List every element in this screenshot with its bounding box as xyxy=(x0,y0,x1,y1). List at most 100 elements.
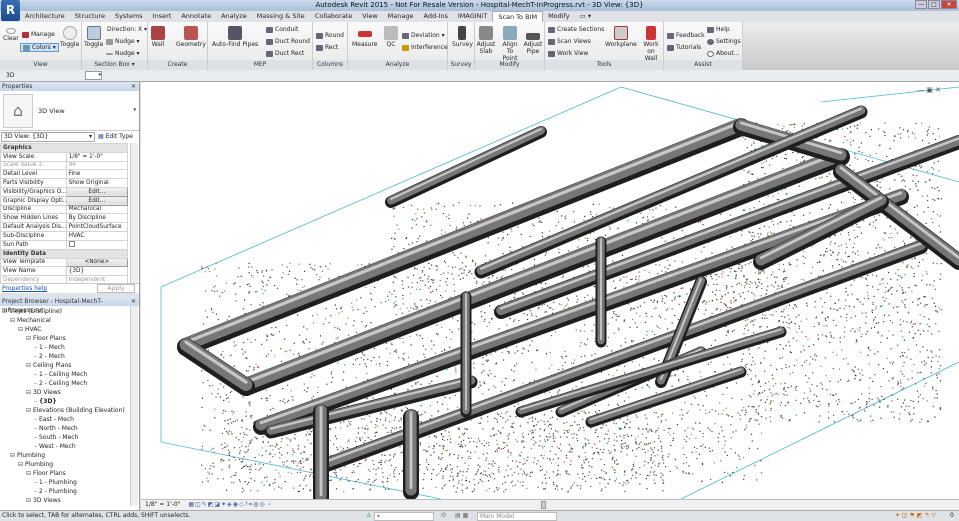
properties-scrollbar[interactable] xyxy=(130,143,138,283)
tab-view[interactable]: View xyxy=(357,11,382,22)
expand-icon[interactable]: ⊟ xyxy=(26,470,31,477)
tab-modify[interactable]: Modify xyxy=(543,11,575,22)
manage-button[interactable]: Manage xyxy=(22,31,55,38)
tutorials-button[interactable]: Tutorials xyxy=(667,44,701,51)
property-value[interactable]: HVAC xyxy=(65,230,129,241)
tab-collaborate[interactable]: Collaborate xyxy=(310,11,357,22)
align-to-point-button[interactable]: Align To Point xyxy=(499,26,521,62)
property-value[interactable]: Mechanical xyxy=(65,204,129,215)
work-on-wall-button[interactable]: Work on Wall xyxy=(641,26,661,62)
work-view-button[interactable]: Work View xyxy=(548,50,588,57)
browser-item[interactable]: –2 - Ceiling Mech xyxy=(0,379,139,388)
property-value[interactable]: Fine xyxy=(65,169,129,180)
colors-dropdown[interactable]: Colors ▾ xyxy=(20,43,59,52)
minimize-button[interactable]: — xyxy=(915,0,927,9)
browser-item[interactable]: – West - Mech xyxy=(0,442,139,451)
browser-item[interactable]: –1 - Mech xyxy=(0,343,139,352)
browser-scrollbar[interactable] xyxy=(130,306,138,506)
expand-icon[interactable]: ⊟ xyxy=(10,452,15,459)
properties-help-link[interactable]: Properties help xyxy=(2,285,47,292)
measure-button[interactable]: Measure xyxy=(352,26,378,48)
tab-insert[interactable]: Insert xyxy=(148,11,177,22)
property-value[interactable]: 1/8" = 1'-0" xyxy=(65,151,129,162)
tab-architecture[interactable]: Architecture xyxy=(20,11,70,22)
browser-item[interactable]: ⊟ HVAC xyxy=(0,325,139,334)
expand-icon[interactable]: ⊟ xyxy=(18,326,23,333)
expand-icon[interactable]: ⊟ xyxy=(26,362,31,369)
browser-item[interactable]: – North - Mech xyxy=(0,424,139,433)
expand-icon[interactable]: ⊟ xyxy=(10,317,15,324)
settings-button[interactable]: Settings xyxy=(707,38,741,45)
rect-column-button[interactable]: Rect xyxy=(316,44,338,51)
property-value[interactable]: PointCloudSurface xyxy=(65,222,129,232)
properties-close-icon[interactable]: ✕ xyxy=(131,82,136,91)
property-value[interactable]: 96 xyxy=(65,160,129,171)
browser-item[interactable]: ⊟ Plumbing xyxy=(0,460,139,469)
clear-button[interactable]: Clear xyxy=(3,28,19,42)
deviation-dropdown[interactable]: Deviation ▾ xyxy=(402,32,445,39)
project-browser-close-icon[interactable]: ✕ xyxy=(131,297,136,306)
property-value[interactable]: {3D} xyxy=(65,266,129,277)
geometry-button[interactable]: Geometry xyxy=(176,26,206,48)
browser-item[interactable]: ⊟ 3D Views xyxy=(0,388,139,397)
round-column-button[interactable]: Round xyxy=(316,32,344,39)
property-value[interactable]: Edit... xyxy=(65,195,129,206)
tab--[interactable]: ▭ ▾ xyxy=(575,11,596,22)
expand-icon[interactable]: ⊟ xyxy=(26,335,31,342)
browser-item[interactable]: –2 - Mech xyxy=(0,352,139,361)
expand-icon[interactable]: ⊟ xyxy=(26,407,31,414)
options-dropdown[interactable]: ▾ xyxy=(85,71,102,80)
3d-viewport[interactable]: — ▣ ✕ xyxy=(141,82,959,499)
conduit-button[interactable]: Conduit xyxy=(266,26,298,33)
expand-icon[interactable]: ⊟ xyxy=(18,461,23,468)
about-button[interactable]: About... xyxy=(707,50,739,57)
tab-imaginit[interactable]: IMAGINiT xyxy=(453,11,492,22)
browser-item[interactable]: – East - Mech xyxy=(0,415,139,424)
browser-item[interactable]: ⊟ Floor Plans xyxy=(0,469,139,478)
browser-item[interactable]: – {3D} xyxy=(0,397,139,406)
expand-icon[interactable]: ⊟ xyxy=(2,308,7,315)
adjust-slab-button[interactable]: Adjust Slab xyxy=(476,26,496,55)
direction-dropdown[interactable]: Direction: X ▾ xyxy=(107,26,147,33)
tab-analyze[interactable]: Analyze xyxy=(216,11,252,22)
expand-icon[interactable]: ⊟ xyxy=(26,497,31,504)
tab-annotate[interactable]: Annotate xyxy=(176,11,216,22)
property-value[interactable] xyxy=(65,239,129,250)
feedback-button[interactable]: Feedback xyxy=(667,32,705,39)
edit-type-button[interactable]: ▦ Edit Type xyxy=(98,133,133,140)
qc-button[interactable]: QC xyxy=(384,26,398,48)
browser-item[interactable]: ⊟ Mechanical xyxy=(0,316,139,325)
toggle-colors-button[interactable]: Toggle xyxy=(60,26,79,48)
instance-dropdown[interactable]: 3D View: {3D} ▾ xyxy=(1,132,95,142)
nudge-up-button[interactable]: Nudge ▾ xyxy=(106,38,140,45)
property-value[interactable]: Edit... xyxy=(65,186,129,197)
expand-icon[interactable]: ⊟ xyxy=(26,389,31,396)
nudge-down-button[interactable]: Nudge ▾ xyxy=(106,50,140,57)
type-selector[interactable]: ⌂ 3D View ▾ xyxy=(0,91,139,131)
property-value[interactable]: <None> xyxy=(65,257,129,268)
interference-button[interactable]: Interference xyxy=(402,44,448,51)
property-value[interactable]: Show Original xyxy=(65,178,129,188)
wall-button[interactable]: Wall xyxy=(151,26,165,48)
tab-massing-site[interactable]: Massing & Site xyxy=(252,11,310,22)
point-cloud-pipe-scene[interactable] xyxy=(141,82,959,499)
property-value[interactable]: By Discipline xyxy=(65,213,129,224)
section-box-toggle-button[interactable]: Toggle xyxy=(84,26,103,48)
auto-find-pipes-button[interactable]: Auto-Find Pipes xyxy=(212,26,258,48)
scan-views-button[interactable]: Scan Views xyxy=(548,38,591,45)
browser-item[interactable]: ⊟ Plumbing xyxy=(0,451,139,460)
browser-item[interactable]: ⊟ 3D Views xyxy=(0,496,139,505)
browser-item[interactable]: –1 - Ceiling Mech xyxy=(0,370,139,379)
tab-manage[interactable]: Manage xyxy=(383,11,419,22)
browser-item[interactable]: ⊟ Views (Discipline) xyxy=(0,307,139,316)
maximize-button[interactable]: □ xyxy=(928,0,940,9)
apply-button[interactable]: Apply xyxy=(97,284,135,293)
browser-item[interactable]: ⊟ Floor Plans xyxy=(0,334,139,343)
workplane-button[interactable]: Workplane xyxy=(605,26,637,48)
adjust-pipe-button[interactable]: Adjust Pipe xyxy=(523,26,543,55)
browser-item[interactable]: – South - Mech xyxy=(0,433,139,442)
tab-add-ins[interactable]: Add-Ins xyxy=(419,11,453,22)
browser-item[interactable]: –2 - Plumbing xyxy=(0,487,139,496)
help-button[interactable]: Help xyxy=(707,26,730,33)
browser-item[interactable]: –1 - Plumbing xyxy=(0,478,139,487)
